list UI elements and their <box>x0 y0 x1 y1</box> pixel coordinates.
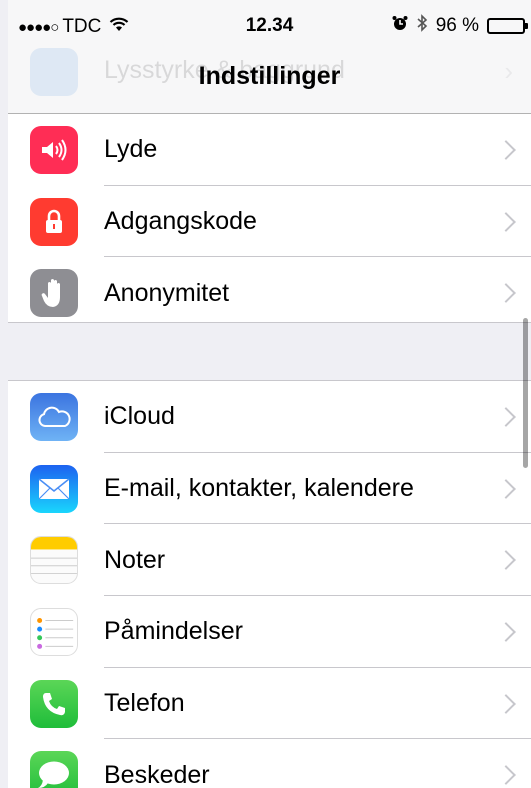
speaker-icon <box>30 125 78 174</box>
settings-row-label: Telefon <box>104 689 185 718</box>
settings-row-label: iCloud <box>104 402 175 431</box>
settings-group-2: iCloud E-mail, kontakter, kalendere Note… <box>8 380 531 788</box>
settings-row-label: Noter <box>104 545 166 574</box>
reminders-icon <box>30 607 78 656</box>
settings-row-privacy[interactable]: Anonymitet <box>8 257 531 329</box>
chevron-right-icon <box>496 406 516 427</box>
status-bar: ●●●●○ TDC 12.34 96 % <box>8 0 531 40</box>
settings-row-label: Adgangskode <box>104 207 257 236</box>
hand-icon <box>30 269 78 318</box>
chevron-right-icon <box>496 139 516 160</box>
settings-row-passcode[interactable]: Adgangskode <box>8 186 531 258</box>
settings-row-reminders[interactable]: Påmindelser <box>8 596 531 668</box>
settings-row-phone[interactable]: Telefon <box>8 668 531 740</box>
chevron-right-icon <box>496 478 516 499</box>
settings-screen: ●●●●○ TDC 12.34 96 % Lysstyrke & baggrun… <box>8 0 531 788</box>
settings-row-label: Beskeder <box>104 760 210 788</box>
settings-group-1: Lyde Adgangskode Anonymitet <box>8 114 531 330</box>
settings-row-mail[interactable]: E-mail, kontakter, kalendere <box>8 453 531 525</box>
page-title: Indstillinger <box>198 62 341 90</box>
notes-icon <box>30 536 78 585</box>
messages-icon <box>30 751 78 788</box>
settings-row-label: Anonymitet <box>104 278 230 307</box>
group-spacer <box>8 322 531 380</box>
scroll-indicator[interactable] <box>523 318 528 468</box>
chevron-right-icon <box>496 622 516 642</box>
settings-row-label: Lyde <box>104 135 158 164</box>
mail-icon <box>30 464 78 513</box>
settings-row-sounds[interactable]: Lyde <box>8 114 531 186</box>
battery-icon <box>487 18 528 34</box>
cloud-icon <box>30 392 78 441</box>
chevron-right-icon <box>496 550 516 571</box>
phone-icon <box>30 679 78 728</box>
chevron-right-icon <box>496 765 516 786</box>
chevron-right-icon <box>496 283 516 304</box>
battery-percentage: 96 % <box>435 15 479 36</box>
bluetooth-icon <box>416 14 428 38</box>
chevron-right-icon <box>496 211 516 232</box>
settings-row-messages[interactable]: Beskeder <box>8 739 531 788</box>
status-right: 96 % <box>384 14 528 38</box>
chevron-right-icon <box>496 693 516 714</box>
settings-row-label: Påmindelser <box>104 617 243 646</box>
alarm-icon <box>392 15 408 37</box>
settings-row-icloud[interactable]: iCloud <box>8 381 531 453</box>
settings-row-notes[interactable]: Noter <box>8 524 531 597</box>
lock-icon <box>30 197 78 246</box>
settings-row-label: E-mail, kontakter, kalendere <box>104 474 414 503</box>
